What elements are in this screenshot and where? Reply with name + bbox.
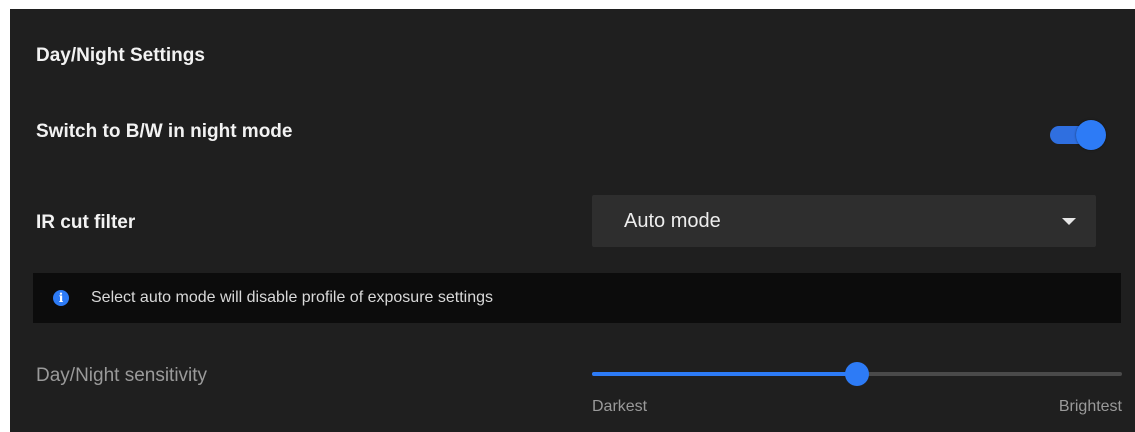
slider-max-label: Brightest	[1058, 398, 1122, 415]
toggle-knob	[1076, 120, 1106, 150]
info-icon: i	[53, 290, 69, 306]
bw-night-mode-label: Switch to B/W in night mode	[36, 121, 293, 142]
bw-night-mode-toggle[interactable]	[1050, 120, 1106, 150]
ir-cut-filter-dropdown[interactable]: Auto mode	[592, 195, 1096, 247]
sensitivity-label: Day/Night sensitivity	[36, 365, 208, 386]
section-title: Day/Night Settings	[36, 45, 205, 66]
caret-down-icon	[1062, 218, 1076, 225]
ir-cut-filter-label: IR cut filter	[36, 212, 136, 233]
sensitivity-slider[interactable]	[592, 360, 1122, 388]
slider-min-label: Darkest	[592, 398, 648, 415]
day-night-settings-panel: Day/Night Settings Switch to B/W in nigh…	[10, 9, 1135, 432]
slider-thumb[interactable]	[845, 362, 869, 386]
ir-cut-filter-selected-value: Auto mode	[624, 210, 721, 232]
info-message: Select auto mode will disable profile of…	[91, 289, 493, 306]
slider-fill	[592, 372, 857, 376]
info-banner: i Select auto mode will disable profile …	[33, 273, 1121, 323]
